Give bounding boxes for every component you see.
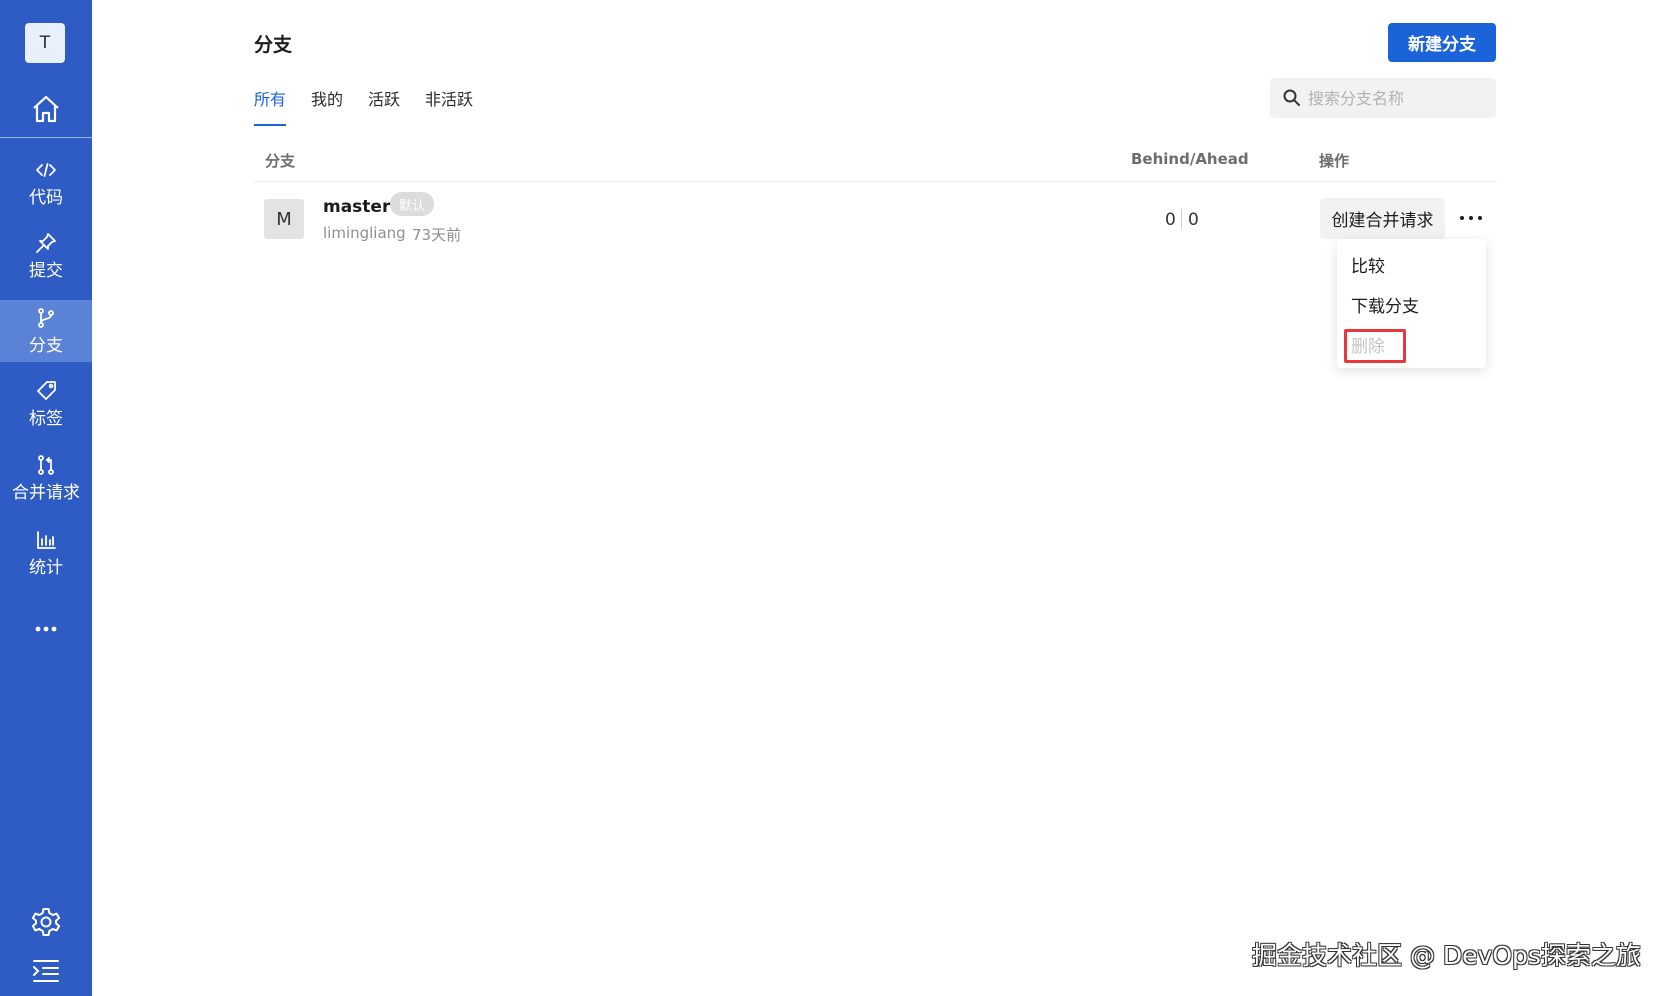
tab-all[interactable]: 所有 — [254, 86, 287, 126]
annotation-highlight-box — [1344, 329, 1406, 363]
branch-name-link[interactable]: master — [323, 197, 390, 217]
code-icon — [36, 162, 56, 177]
sidebar-item-label: 标签 — [29, 408, 63, 429]
tag-icon — [37, 380, 56, 400]
sidebar-item-code[interactable]: 代码 — [0, 152, 92, 214]
branch-author: limingliang — [323, 224, 406, 242]
behind-ahead-divider — [1181, 209, 1182, 229]
more-icon[interactable] — [30, 618, 62, 640]
sidebar-item-tag[interactable]: 标签 — [0, 373, 92, 435]
sidebar-item-label: 提交 — [29, 260, 63, 281]
gear-icon[interactable] — [30, 906, 62, 938]
branch-icon — [38, 307, 54, 328]
search-input[interactable] — [1308, 88, 1478, 108]
tab-inactive[interactable]: 非活跃 — [425, 86, 473, 120]
menu-item-download-branch[interactable]: 下载分支 — [1351, 292, 1419, 317]
sidebar-item-commit[interactable]: 提交 — [0, 225, 92, 287]
behind-count: 0 — [1165, 210, 1176, 230]
tab-active[interactable]: 活跃 — [368, 86, 400, 120]
tab-mine[interactable]: 我的 — [311, 86, 343, 120]
branch-search — [1270, 78, 1496, 118]
menu-item-compare[interactable]: 比较 — [1351, 252, 1385, 277]
sidebar-item-label: 合并请求 — [12, 482, 80, 503]
pin-icon — [36, 232, 56, 253]
page-title: 分支 — [254, 34, 293, 56]
chart-icon — [37, 530, 56, 549]
sidebar-item-branch[interactable]: 分支 — [0, 300, 92, 362]
sidebar-item-label: 分支 — [29, 335, 63, 356]
home-icon[interactable] — [30, 93, 62, 125]
column-header-actions: 操作 — [1319, 152, 1350, 170]
more-actions-icon[interactable] — [1456, 207, 1486, 229]
default-badge: 默认 — [390, 192, 435, 216]
table-header-divider — [254, 181, 1497, 182]
avatar: M — [264, 199, 304, 239]
search-icon — [1283, 89, 1300, 106]
sidebar-divider — [0, 137, 92, 138]
sidebar-item-stats[interactable]: 统计 — [0, 522, 92, 584]
column-header-behind-ahead: Behind/Ahead — [1131, 150, 1249, 168]
sidebar: T 代码 提交 分支 标签 合并请求 统计 — [0, 0, 92, 996]
sidebar-item-label: 统计 — [29, 557, 63, 578]
column-header-branch: 分支 — [265, 152, 296, 170]
sidebar-item-label: 代码 — [29, 187, 63, 208]
create-merge-request-button[interactable]: 创建合并请求 — [1320, 198, 1445, 239]
project-avatar[interactable]: T — [25, 23, 65, 63]
collapse-sidebar-icon[interactable] — [31, 957, 61, 985]
branch-updated-time: 73天前 — [412, 226, 462, 244]
merge-request-icon — [38, 454, 54, 475]
ahead-count: 0 — [1188, 210, 1199, 230]
branch-filter-tabs: 所有 我的 活跃 非活跃 — [254, 86, 498, 126]
new-branch-button[interactable]: 新建分支 — [1388, 23, 1496, 62]
watermark: 掘金技术社区 @ DevOps探索之旅 — [1252, 941, 1641, 970]
sidebar-item-merge-request[interactable]: 合并请求 — [0, 447, 92, 509]
